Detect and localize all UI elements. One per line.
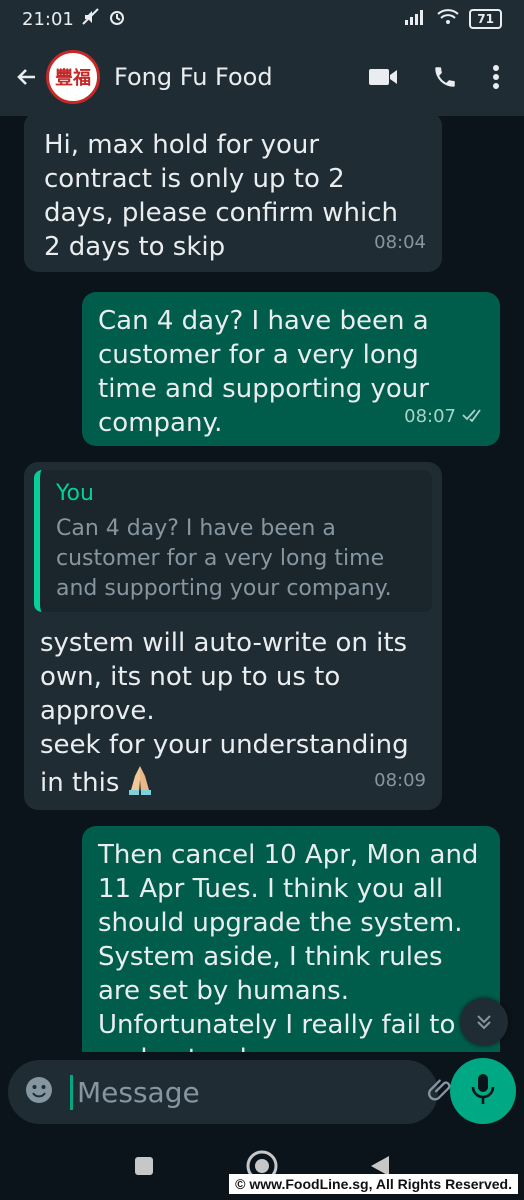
message-bubble[interactable]: Then cancel 10 Apr, Mon and 11 Apr Tues.… bbox=[82, 826, 500, 1052]
recents-icon[interactable] bbox=[133, 1155, 155, 1181]
status-time: 21:01 bbox=[22, 8, 74, 30]
alarm-icon bbox=[108, 8, 126, 31]
mute-icon bbox=[82, 7, 100, 31]
message-time: 08:07 bbox=[404, 406, 456, 427]
chat-area[interactable]: Hi, max hold for your contract is only u… bbox=[0, 116, 524, 1052]
watermark: © www.FoodLine.sg, All Rights Reserved. bbox=[229, 1174, 518, 1194]
message-bubble[interactable]: Hi, max hold for your contract is only u… bbox=[24, 116, 442, 272]
back-arrow-icon[interactable] bbox=[14, 64, 40, 90]
voice-message-button[interactable] bbox=[450, 1058, 516, 1124]
message-time: 08:04 bbox=[374, 232, 426, 253]
chat-header: 豐福 Fong Fu Food bbox=[0, 38, 524, 116]
status-bar: 21:01 71 bbox=[0, 0, 524, 38]
message-text: system will auto-write on its own, its n… bbox=[40, 628, 409, 798]
contact-avatar[interactable]: 豐福 bbox=[46, 50, 100, 104]
voice-call-icon[interactable] bbox=[432, 64, 458, 90]
more-options-icon[interactable] bbox=[492, 64, 500, 90]
emoji-icon[interactable] bbox=[24, 1075, 54, 1109]
status-right: 71 bbox=[405, 8, 502, 30]
message-composer bbox=[8, 1060, 513, 1124]
message-time-row: 08:07 bbox=[404, 400, 484, 434]
message-text: Hi, max hold for your contract is only u… bbox=[44, 130, 398, 262]
video-call-icon[interactable] bbox=[368, 66, 398, 88]
message-bubble[interactable]: Can 4 day? I have been a customer for a … bbox=[82, 292, 500, 446]
folded-hands-icon bbox=[125, 762, 155, 805]
contact-name[interactable]: Fong Fu Food bbox=[114, 63, 368, 91]
status-left: 21:01 bbox=[22, 7, 126, 31]
header-actions bbox=[368, 64, 500, 90]
quoted-message[interactable]: You Can 4 day? I have been a customer fo… bbox=[34, 470, 432, 612]
message-text-wrap: system will auto-write on its own, its n… bbox=[34, 626, 432, 805]
battery-indicator: 71 bbox=[469, 9, 502, 29]
microphone-icon bbox=[470, 1072, 496, 1110]
signal-icon bbox=[405, 9, 427, 30]
scroll-to-bottom-button[interactable] bbox=[460, 998, 508, 1046]
quote-text: Can 4 day? I have been a customer for a … bbox=[56, 516, 392, 601]
message-text: Then cancel 10 Apr, Mon and 11 Apr Tues.… bbox=[98, 840, 479, 1052]
quote-author: You bbox=[56, 481, 94, 506]
message-bubble[interactable]: You Can 4 day? I have been a customer fo… bbox=[24, 462, 442, 810]
read-receipt-icon bbox=[462, 400, 484, 434]
message-input[interactable] bbox=[70, 1074, 428, 1110]
message-time: 08:09 bbox=[374, 770, 426, 791]
wifi-icon bbox=[437, 8, 459, 30]
